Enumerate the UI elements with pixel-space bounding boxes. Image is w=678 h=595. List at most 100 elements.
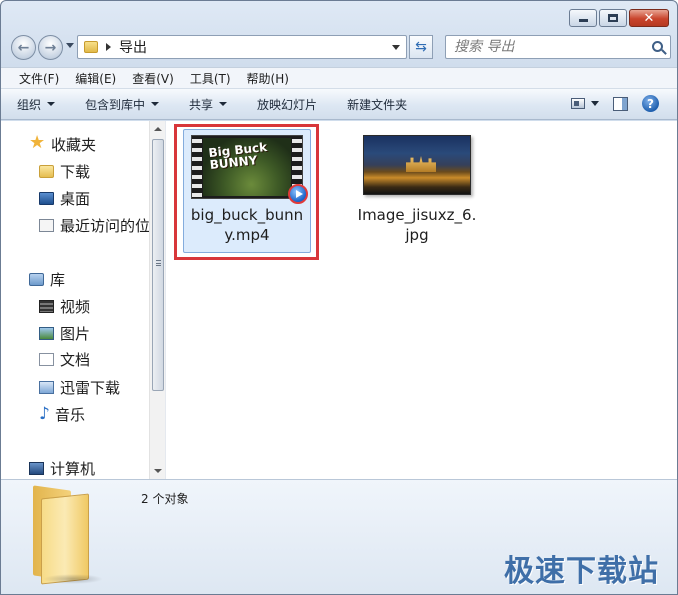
nav-favorites-label: 收藏夹 — [51, 135, 97, 154]
nav-item-pictures[interactable]: 图片 — [39, 321, 90, 345]
folder-icon — [39, 164, 54, 178]
include-library-label: 包含到库中 — [85, 97, 146, 112]
nav-favorites[interactable]: 收藏夹 — [29, 132, 96, 156]
change-view-icon[interactable] — [571, 98, 585, 109]
back-button[interactable]: ← — [11, 35, 36, 60]
explorer-window: ✕ ← → 导出 ⇆ 文件(F) 编辑(E) 查看(V) 工具(T) 帮助(H)… — [0, 0, 678, 595]
nav-item-thunder-downloads[interactable]: 迅雷下载 — [39, 375, 120, 399]
play-icon — [288, 184, 308, 204]
file-name: Image_jisuxz_6. jpg — [347, 205, 487, 245]
organize-button[interactable]: 组织 — [17, 96, 56, 113]
maximize-button[interactable] — [599, 9, 627, 27]
nav-item-label: 下载 — [60, 162, 91, 181]
file-name-line2: y.mp4 — [224, 226, 270, 244]
pictures-library-icon — [39, 326, 54, 340]
item-count: 2 个对象 — [141, 492, 189, 506]
video-library-icon — [39, 299, 54, 313]
forward-button[interactable]: → — [38, 35, 63, 60]
scroll-down-icon[interactable] — [154, 469, 162, 473]
menu-view[interactable]: 查看(V) — [124, 70, 182, 87]
file-name-line1: big_buck_bunn — [190, 206, 304, 224]
share-label: 共享 — [189, 97, 214, 112]
close-button[interactable]: ✕ — [629, 9, 669, 27]
include-in-library-button[interactable]: 包含到库中 — [85, 96, 160, 113]
search-icon[interactable] — [652, 41, 663, 52]
recent-pages-dropdown[interactable] — [66, 43, 74, 48]
nav-computer-label: 计算机 — [50, 459, 96, 478]
slideshow-button[interactable]: 放映幻灯片 — [257, 96, 317, 113]
thunder-download-icon — [39, 380, 54, 394]
minimize-icon — [578, 19, 588, 22]
chevron-down-icon — [151, 102, 160, 106]
breadcrumb-separator-icon[interactable] — [106, 43, 111, 51]
details-pane: 2 个对象 极速下载站 — [1, 479, 677, 594]
library-icon — [29, 272, 44, 286]
caption-buttons: ✕ — [569, 9, 669, 27]
video-frame: Big Buck BUNNY — [203, 138, 291, 196]
chevron-down-icon — [47, 102, 56, 106]
navigation-row: ← → 导出 ⇆ — [9, 33, 671, 61]
refresh-icon: ⇆ — [415, 39, 427, 55]
maximize-icon — [608, 14, 618, 22]
nav-item-music[interactable]: 音乐 — [39, 402, 85, 426]
minimize-button[interactable] — [569, 9, 597, 27]
documents-library-icon — [39, 352, 54, 366]
nav-item-documents[interactable]: 文档 — [39, 347, 90, 371]
nav-item-downloads[interactable]: 下载 — [39, 159, 90, 183]
menu-help[interactable]: 帮助(H) — [239, 70, 297, 87]
address-bar[interactable]: 导出 — [77, 35, 407, 59]
nav-item-label: 最近访问的位 — [60, 216, 151, 235]
nav-item-recent-places[interactable]: 最近访问的位 — [39, 213, 150, 237]
command-bar-right: ? — [571, 95, 659, 112]
view-options-dropdown[interactable] — [591, 101, 599, 106]
address-history-dropdown[interactable] — [392, 45, 400, 50]
breadcrumb-current[interactable]: 导出 — [119, 37, 147, 57]
nav-pane-scrollbar[interactable] — [149, 121, 165, 479]
new-folder-button[interactable]: 新建文件夹 — [347, 96, 407, 113]
nav-item-label: 文档 — [60, 350, 91, 369]
desktop-icon — [39, 191, 54, 205]
scrollbar-thumb[interactable] — [152, 139, 164, 391]
recent-places-icon — [39, 218, 54, 232]
menu-tools[interactable]: 工具(T) — [182, 70, 239, 87]
preview-pane-icon[interactable] — [613, 96, 628, 111]
chevron-down-icon — [219, 102, 228, 106]
menu-bar: 文件(F) 编辑(E) 查看(V) 工具(T) 帮助(H) — [1, 67, 677, 89]
file-name: big_buck_bunn y.mp4 — [184, 205, 310, 245]
castle-picture — [406, 156, 436, 172]
watermark-text: 极速下载站 — [504, 554, 659, 589]
search-box[interactable] — [445, 35, 671, 59]
image-thumbnail — [363, 135, 471, 195]
menu-file[interactable]: 文件(F) — [11, 70, 67, 87]
nav-item-label: 迅雷下载 — [60, 378, 121, 397]
search-input[interactable] — [454, 39, 644, 55]
share-button[interactable]: 共享 — [189, 96, 228, 113]
menu-edit[interactable]: 编辑(E) — [67, 70, 124, 87]
folder-icon — [84, 41, 98, 53]
help-icon[interactable]: ? — [642, 95, 659, 112]
folder-icon — [31, 485, 103, 585]
arrow-left-icon: ← — [17, 39, 30, 56]
grip-icon — [156, 260, 161, 266]
scroll-up-icon[interactable] — [154, 127, 162, 131]
video-logo-text: Big Buck BUNNY — [207, 139, 268, 173]
new-folder-label: 新建文件夹 — [347, 97, 408, 112]
file-list[interactable]: Big Buck BUNNY big_buck_bunn y.mp4 Image_… — [165, 121, 677, 479]
file-item-video[interactable]: Big Buck BUNNY big_buck_bunn y.mp4 — [183, 129, 311, 253]
nav-computer[interactable]: 计算机 — [29, 456, 95, 479]
organize-label: 组织 — [17, 97, 42, 112]
nav-libraries-label: 库 — [50, 270, 66, 289]
nav-item-videos[interactable]: 视频 — [39, 294, 90, 318]
arrow-right-icon: → — [44, 39, 57, 56]
file-item-image[interactable]: Image_jisuxz_6. jpg — [347, 131, 487, 245]
music-library-icon — [39, 407, 50, 421]
nav-libraries[interactable]: 库 — [29, 267, 65, 291]
nav-item-label: 视频 — [60, 297, 91, 316]
refresh-button[interactable]: ⇆ — [409, 35, 433, 59]
close-icon: ✕ — [643, 10, 655, 26]
film-strip-icon — [192, 136, 202, 198]
navigation-pane: 收藏夹 下载 桌面 最近访问的位 库 视频 图片 文档 — [1, 121, 165, 479]
computer-icon — [29, 461, 44, 475]
nav-item-desktop[interactable]: 桌面 — [39, 186, 90, 210]
file-name-line2: jpg — [405, 226, 429, 244]
